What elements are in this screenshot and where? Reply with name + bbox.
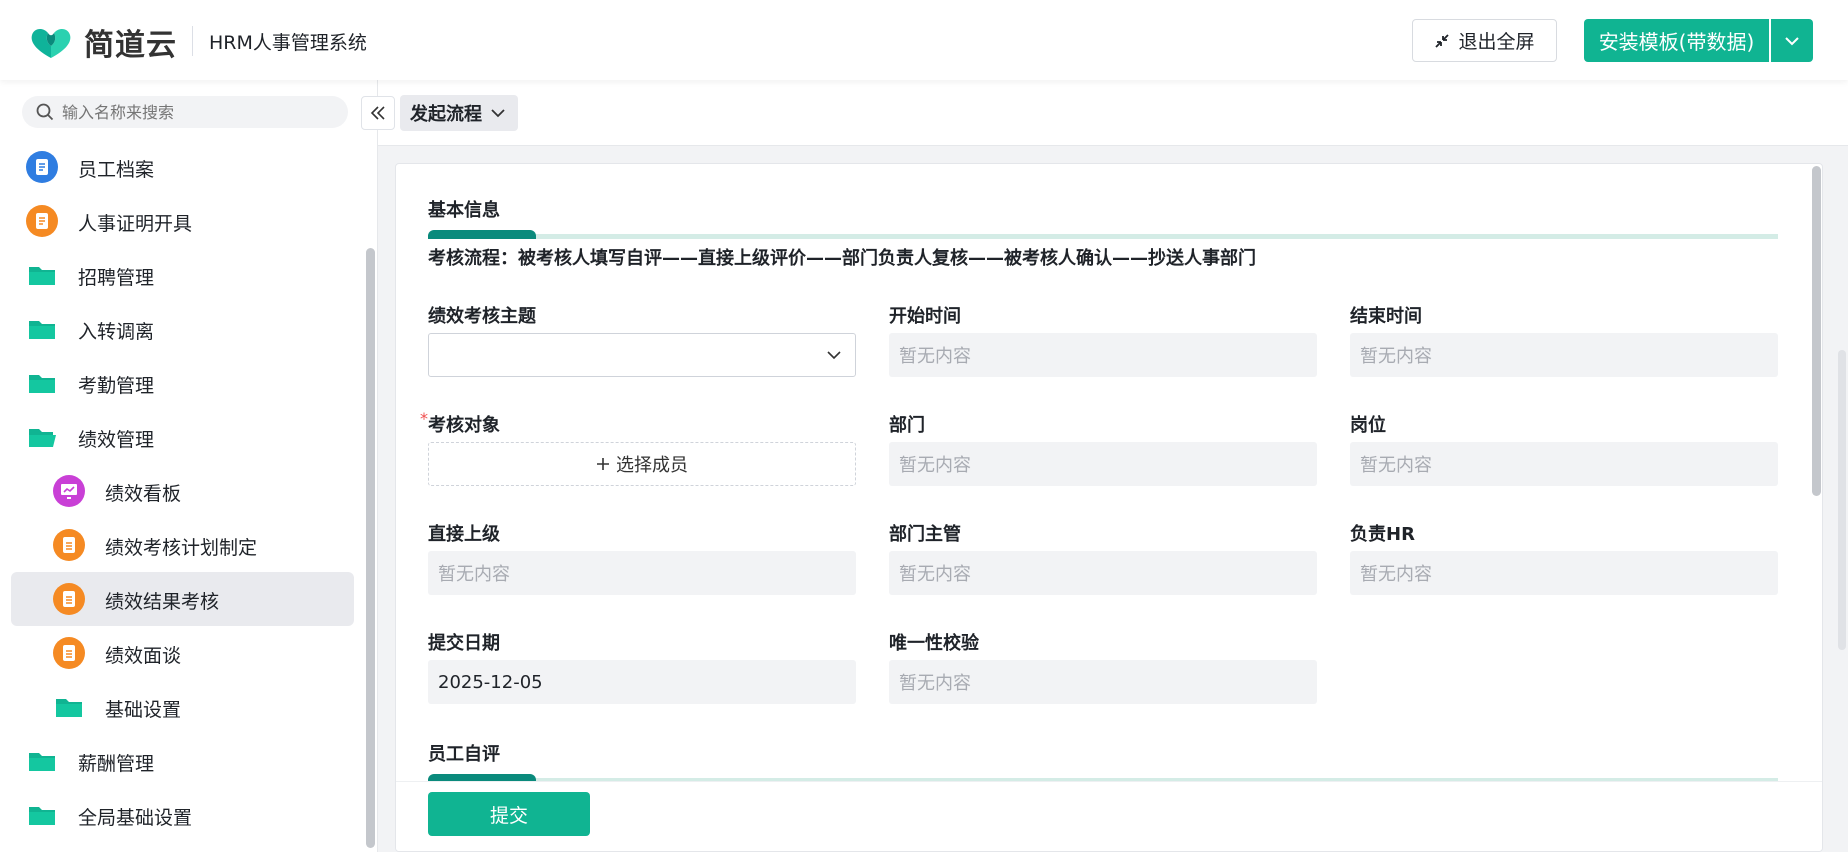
folder-open-icon xyxy=(29,429,56,447)
sidebar-item-label: 绩效管理 xyxy=(78,429,155,451)
sidebar: 员工档案 人事证明开具 招聘管理 入转调离 考勤管理 绩效管理 xyxy=(0,80,378,852)
sidebar-item-performance-interview[interactable]: 绩效面谈 xyxy=(0,626,360,680)
chevron-down-icon xyxy=(827,351,841,360)
section-title-self-eval: 员工自评 xyxy=(428,744,500,765)
hr-field: 暂无内容 xyxy=(1350,551,1778,595)
field-label-theme: 绩效考核主题 xyxy=(428,306,536,327)
sidebar-scrollbar[interactable] xyxy=(366,248,375,848)
field-label-post: 岗位 xyxy=(1350,415,1386,436)
field-label-start: 开始时间 xyxy=(889,306,961,327)
sidebar-item-performance-dashboard[interactable]: 绩效看板 xyxy=(0,464,360,518)
sidebar-item-recruitment[interactable]: 招聘管理 xyxy=(0,248,360,302)
app-title: HRM人事管理系统 xyxy=(209,32,367,54)
submit-button[interactable]: 提交 xyxy=(428,792,590,836)
field-label-target-text: 考核对象 xyxy=(428,415,500,436)
field-label-unique: 唯一性校验 xyxy=(889,633,979,654)
form-icon xyxy=(53,529,85,561)
sidebar-item-label: 全局基础设置 xyxy=(78,807,193,829)
sidebar-item-label: 人事证明开具 xyxy=(78,213,193,235)
field-label-superior: 直接上级 xyxy=(428,524,500,545)
folder-icon xyxy=(29,807,55,825)
plus-icon xyxy=(597,458,609,470)
field-label-dept: 部门 xyxy=(889,415,925,436)
page-scrollbar[interactable] xyxy=(1838,350,1846,650)
document-icon xyxy=(26,151,58,183)
folder-icon xyxy=(56,699,82,717)
logo-icon xyxy=(31,29,71,58)
form-card: 基本信息 考核流程：被考核人填写自评——直接上级评价——部门负责人复核——被考核… xyxy=(395,163,1823,852)
form-footer: 提交 xyxy=(396,781,1822,851)
sidebar-item-label: 基础设置 xyxy=(105,699,182,721)
collapse-sidebar-button[interactable] xyxy=(361,96,395,130)
exit-fullscreen-button[interactable]: 退出全屏 xyxy=(1412,19,1557,62)
start-flow-label: 发起流程 xyxy=(410,104,482,125)
sidebar-search[interactable] xyxy=(22,96,348,128)
chevron-down-icon xyxy=(1785,36,1799,45)
required-mark: * xyxy=(420,409,428,428)
start-time-field: 暂无内容 xyxy=(889,333,1317,377)
folder-icon xyxy=(29,375,55,393)
double-chevron-left-icon xyxy=(370,106,385,120)
post-field: 暂无内容 xyxy=(1350,442,1778,486)
sidebar-item-label: 绩效结果考核 xyxy=(105,591,220,613)
sidebar-nav: 员工档案 人事证明开具 招聘管理 入转调离 考勤管理 绩效管理 绩效看板 绩效考… xyxy=(0,140,360,842)
form-icon xyxy=(53,583,85,615)
sidebar-item-basic-settings[interactable]: 基础设置 xyxy=(0,680,360,734)
sidebar-item-global-settings[interactable]: 全局基础设置 xyxy=(0,788,360,842)
install-template-button[interactable]: 安装模板(带数据) xyxy=(1584,19,1769,62)
sidebar-item-label: 绩效看板 xyxy=(105,483,182,505)
flow-description: 考核流程：被考核人填写自评——直接上级评价——部门负责人复核——被考核人确认——… xyxy=(428,248,1256,269)
sidebar-item-label: 员工档案 xyxy=(78,159,155,181)
folder-icon xyxy=(29,267,55,285)
search-input[interactable] xyxy=(62,102,322,122)
logo-text: 简道云 xyxy=(84,28,177,63)
sidebar-item-label: 绩效考核计划制定 xyxy=(105,537,258,559)
logo[interactable]: 简道云 xyxy=(26,20,177,64)
sidebar-item-onboarding[interactable]: 入转调离 xyxy=(0,302,360,356)
sidebar-item-attendance[interactable]: 考勤管理 xyxy=(0,356,360,410)
exit-fullscreen-label: 退出全屏 xyxy=(1458,31,1535,53)
superior-field: 暂无内容 xyxy=(428,551,856,595)
start-flow-button[interactable]: 发起流程 xyxy=(400,95,518,131)
select-member-button[interactable]: 选择成员 xyxy=(428,442,856,486)
section-divider xyxy=(428,230,1778,239)
dashboard-icon xyxy=(53,475,85,507)
shrink-icon xyxy=(1435,33,1450,48)
app-header: 简道云 HRM人事管理系统 退出全屏 安装模板(带数据) xyxy=(0,0,1848,80)
sidebar-item-label: 绩效面谈 xyxy=(105,645,182,667)
folder-icon xyxy=(29,753,55,771)
form-icon xyxy=(53,637,85,669)
field-label-end: 结束时间 xyxy=(1350,306,1422,327)
sidebar-item-label: 招聘管理 xyxy=(78,267,155,289)
section-title-basic: 基本信息 xyxy=(428,200,500,221)
dept-field: 暂无内容 xyxy=(889,442,1317,486)
sidebar-item-label: 考勤管理 xyxy=(78,375,155,397)
sidebar-item-label: 薪酬管理 xyxy=(78,753,155,775)
install-dropdown-button[interactable] xyxy=(1771,19,1813,62)
chevron-down-icon xyxy=(491,109,505,118)
search-icon xyxy=(36,103,54,121)
select-member-label: 选择成员 xyxy=(616,455,688,476)
sidebar-item-employee-files[interactable]: 员工档案 xyxy=(0,140,360,194)
sidebar-item-label: 入转调离 xyxy=(78,321,155,343)
content-toolbar: 发起流程 xyxy=(378,80,1848,146)
sidebar-item-performance-plan[interactable]: 绩效考核计划制定 xyxy=(0,518,360,572)
unique-check-field: 暂无内容 xyxy=(889,660,1317,704)
form-scrollbar[interactable] xyxy=(1812,166,1821,496)
field-label-manager: 部门主管 xyxy=(889,524,961,545)
sidebar-item-performance[interactable]: 绩效管理 xyxy=(0,410,360,464)
form-icon xyxy=(26,205,58,237)
manager-field: 暂无内容 xyxy=(889,551,1317,595)
header-divider xyxy=(192,26,193,56)
folder-icon xyxy=(29,321,55,339)
field-label-hr: 负责HR xyxy=(1350,524,1415,545)
submit-date-field: 2025-12-05 xyxy=(428,660,856,704)
end-time-field: 暂无内容 xyxy=(1350,333,1778,377)
sidebar-item-hr-certificate[interactable]: 人事证明开具 xyxy=(0,194,360,248)
field-label-target: * 考核对象 xyxy=(420,409,500,437)
field-label-submit-date: 提交日期 xyxy=(428,633,500,654)
sidebar-item-performance-result[interactable]: 绩效结果考核 xyxy=(11,572,354,626)
theme-select[interactable] xyxy=(428,333,856,377)
sidebar-item-salary[interactable]: 薪酬管理 xyxy=(0,734,360,788)
